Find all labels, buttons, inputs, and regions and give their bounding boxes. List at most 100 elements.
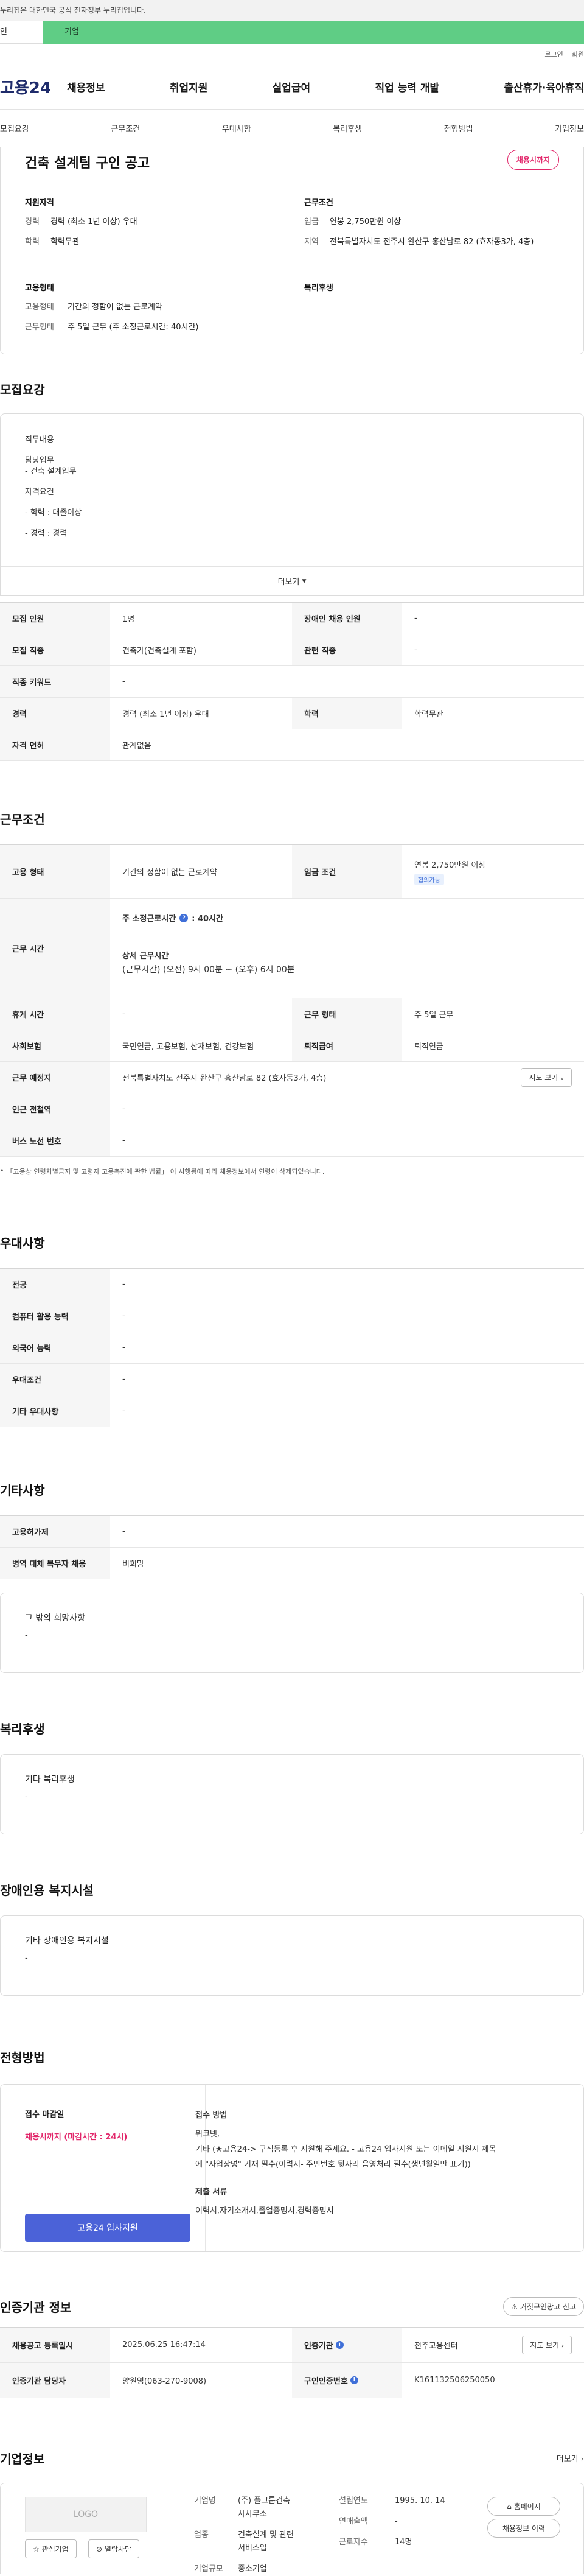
duty-item: - 건축 설계업무	[25, 467, 77, 476]
section-nav-prefer[interactable]: 우대사항	[222, 122, 251, 134]
table-cell: -	[122, 1009, 125, 1019]
favorite-company-label: 관심기업	[41, 2545, 69, 2553]
gnb-item-jobs[interactable]: 채용정보	[67, 79, 105, 94]
map-button[interactable]: 지도 보기 ∨	[521, 1068, 572, 1087]
table-cell: 학력무관	[414, 710, 443, 719]
table-cell: -	[122, 1527, 125, 1536]
table-header: 직종 키워드	[0, 666, 110, 697]
hours-cell: 주 소정근로시간 ? : 40시간 상세 근무시간 (근무시간) (오전) 9시…	[110, 899, 584, 998]
employees-label: 근로자수	[339, 2538, 368, 2547]
apply-button[interactable]: 고용24 입사지원	[25, 2214, 190, 2242]
table-cell: 2025.06.25 16:47:14	[122, 2340, 206, 2350]
table-row: 모집 인원 1명 장애인 채용 인원 -	[0, 603, 584, 634]
cert-number-label: 구인인증번호	[304, 2377, 348, 2386]
company-size-label: 기업규모	[194, 2564, 223, 2574]
gov-notice: 누리집은 대한민국 공식 전자정부 누리집입니다.	[0, 0, 584, 21]
table-cell: 퇴직연금	[414, 1042, 443, 1051]
wage-cell: 연봉 2,750만원 이상 협의가능	[402, 845, 584, 898]
more-button[interactable]: 더보기 ▼	[1, 566, 583, 595]
table-header: 장애인 채용 인원	[292, 603, 402, 634]
employment-type-heading: 고용형태	[25, 284, 54, 293]
table-row: 휴게 시간 - 근무 형태 주 5일 근무	[0, 998, 584, 1030]
section-nav-welfare[interactable]: 복리후생	[333, 122, 362, 134]
company-name-label: 기업명	[194, 2496, 216, 2505]
industry-value: 건축설계 및 관련	[238, 2530, 294, 2539]
utility-links: 로그인 회원	[0, 44, 584, 65]
table-cell: -	[414, 614, 417, 623]
block-view-label: 열람차단	[104, 2545, 132, 2553]
table-cell: 1명	[122, 615, 135, 624]
detail-hours-value: (근무시간) (오전) 9시 00분 ~ (오후) 6시 00분	[122, 965, 295, 975]
section-nav-recruit[interactable]: 모집요강	[0, 122, 29, 134]
table-row: 인근 전철역 -	[0, 1093, 584, 1125]
summary-label: 학력	[25, 237, 40, 247]
table-header: 컴퓨터 활용 능력	[0, 1300, 110, 1332]
tab-personal[interactable]: 인	[0, 21, 43, 44]
summary-value: 학력무관	[50, 237, 80, 247]
summary-label: 근무형태	[25, 323, 54, 332]
info-icon[interactable]: i	[350, 2376, 358, 2384]
welfare-card-title: 기타 복리후생	[25, 1775, 75, 1785]
info-icon[interactable]: ?	[179, 913, 189, 922]
favorite-company-button[interactable]: ☆ 관심기업	[25, 2539, 77, 2558]
homepage-label: 홈페이지	[513, 2502, 541, 2511]
qual-item: - 경력 : 경력	[25, 529, 68, 538]
table-row: 직종 키워드 -	[0, 666, 584, 698]
disability-card-body: -	[25, 1954, 28, 1963]
table-header: 모집 인원	[0, 603, 110, 634]
employees-value: 14명	[395, 2538, 412, 2547]
table-cell: 주 5일 근무	[414, 1011, 454, 1020]
founded-label: 설립연도	[339, 2496, 368, 2505]
industry-label: 업종	[194, 2530, 209, 2539]
other-wishes-title: 그 밖의 희망사항	[25, 1613, 86, 1623]
table-row: 고용 형태 기간의 정함이 없는 근로계약 임금 조건 연봉 2,750만원 이…	[0, 845, 584, 899]
table-cell: -	[122, 1104, 125, 1114]
chevron-right-icon: ›	[580, 2455, 584, 2464]
method-line: 워크넷,	[195, 2130, 220, 2139]
table-header: 근무 시간	[0, 899, 110, 998]
founded-value: 1995. 10. 14	[395, 2496, 445, 2505]
chevron-right-icon: ›	[561, 2343, 564, 2350]
location-cell: 전북특별자치도 전주시 완산구 홍산남로 82 (효자동3가, 4층) 지도 보…	[110, 1062, 584, 1093]
work-conditions-heading: 근무조건	[304, 198, 333, 208]
table-cell: 경력 (최소 1년 이상) 우대	[122, 710, 209, 719]
table-cell: 관계없음	[122, 742, 151, 751]
age-notice-text: 「고용상 연령차별금지 및 고령자 고용촉진에 관한 법률」 이 시행됨에 따라…	[6, 1168, 325, 1176]
table-header: 자격 면허	[0, 729, 110, 760]
table-cell: -	[414, 645, 417, 655]
login-link[interactable]: 로그인	[544, 49, 563, 59]
section-nav-company[interactable]: 기업정보	[555, 122, 584, 134]
job-history-button[interactable]: 채용정보 이력	[487, 2519, 560, 2538]
table-row: 고용허가제 -	[0, 1516, 584, 1548]
info-icon[interactable]: i	[335, 2341, 344, 2349]
signup-link[interactable]: 회원	[572, 49, 584, 59]
cert-map-button[interactable]: 지도 보기 ›	[522, 2336, 572, 2354]
section-nav-conditions[interactable]: 근무조건	[111, 122, 140, 134]
site-logo[interactable]: 고용24	[0, 75, 67, 98]
company-section-title: 기업정보	[0, 2452, 45, 2466]
summary-label: 임금	[304, 217, 319, 226]
chevron-down-icon: ▼	[302, 578, 307, 584]
gnb-item-job-training[interactable]: 직업 능력 개발	[375, 79, 439, 94]
summary-value: 전북특별자치도 전주시 완산구 홍산남로 82 (효자동3가, 4층)	[330, 237, 534, 247]
company-size-value: 중소기업	[238, 2564, 267, 2574]
gnb-item-unemployment-benefit[interactable]: 실업급여	[273, 79, 311, 94]
home-icon: ⌂	[507, 2502, 512, 2511]
cert-section-title: 인증기관 정보	[0, 2300, 72, 2315]
table-row: 근무 예정지 전북특별자치도 전주시 완산구 홍산남로 82 (효자동3가, 4…	[0, 1062, 584, 1093]
gnb-item-parental-leave[interactable]: 출산휴가·육아휴직	[504, 79, 584, 94]
block-view-button[interactable]: ⊘ 열람차단	[88, 2539, 140, 2558]
company-more-link[interactable]: 더보기 ›	[557, 2452, 584, 2464]
company-name-value: (주) 플그룹건축	[238, 2496, 291, 2505]
report-fake-ad-button[interactable]: ⚠ 거짓구인광고 신고	[503, 2297, 584, 2316]
homepage-button[interactable]: ⌂ 홈페이지	[487, 2497, 560, 2516]
gnb-item-employment-support[interactable]: 취업지원	[170, 79, 208, 94]
table-row: 외국어 능력 -	[0, 1332, 584, 1364]
table-cell: 기간의 정함이 없는 근로계약	[122, 868, 217, 877]
member-type-tabs: 인 기업	[0, 21, 584, 44]
table-row: 사회보험 국민연금, 고용보험, 산재보험, 건강보험 퇴직급여 퇴직연금	[0, 1030, 584, 1062]
section-nav-selection[interactable]: 전형방법	[444, 122, 473, 134]
tab-company[interactable]: 기업	[43, 21, 584, 44]
table-cell: -	[122, 1136, 125, 1145]
table-cell: -	[122, 677, 125, 686]
